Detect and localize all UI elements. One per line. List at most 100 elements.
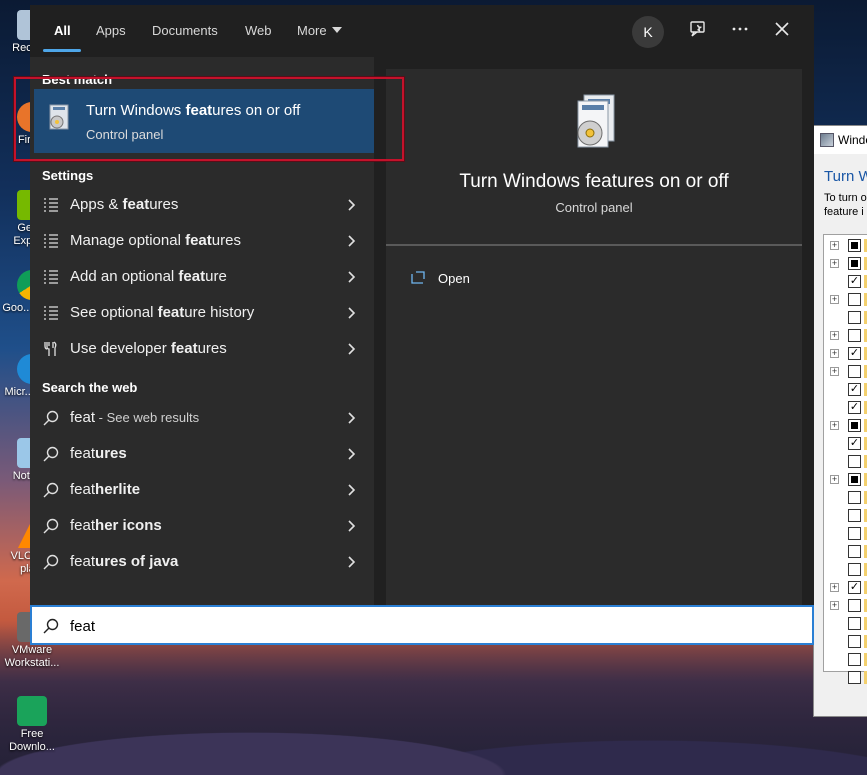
feature-tree-row[interactable] bbox=[824, 615, 867, 633]
feature-tree-row[interactable]: + bbox=[824, 291, 867, 309]
search-input[interactable] bbox=[70, 615, 770, 637]
feature-tree-row[interactable]: + bbox=[824, 597, 867, 615]
settings-result-item[interactable]: Use developer features bbox=[30, 331, 374, 367]
feature-checkbox[interactable] bbox=[848, 599, 861, 612]
feature-tree-row[interactable]: ✓ bbox=[824, 273, 867, 291]
best-match-result[interactable]: Turn Windows features on or off Control … bbox=[34, 89, 374, 153]
feature-checkbox[interactable] bbox=[848, 473, 861, 486]
web-suggestion-item[interactable]: feather icons bbox=[30, 508, 374, 544]
feature-checkbox[interactable]: ✓ bbox=[848, 401, 861, 414]
feature-checkbox[interactable] bbox=[848, 293, 861, 306]
desktop-icon-free-download-manager[interactable]: Free Downlo... bbox=[0, 696, 64, 754]
chevron-right-icon[interactable] bbox=[342, 304, 360, 322]
search-box[interactable] bbox=[30, 605, 814, 645]
more-options-button[interactable] bbox=[728, 19, 752, 43]
user-avatar[interactable]: K bbox=[632, 16, 664, 48]
web-suggestion-item[interactable]: feat - See web results bbox=[30, 400, 374, 436]
feature-tree-row[interactable] bbox=[824, 309, 867, 327]
settings-result-label: Apps & features bbox=[70, 196, 179, 213]
expand-icon[interactable]: + bbox=[830, 259, 839, 268]
web-suggestion-item[interactable]: features of java bbox=[30, 544, 374, 580]
settings-result-item[interactable]: Add an optional feature bbox=[30, 259, 374, 295]
expand-icon[interactable]: + bbox=[830, 475, 839, 484]
feature-tree-row[interactable] bbox=[824, 453, 867, 471]
close-button[interactable] bbox=[770, 19, 794, 43]
feature-checkbox[interactable] bbox=[848, 635, 861, 648]
feature-checkbox[interactable] bbox=[848, 491, 861, 504]
feature-tree-row[interactable]: + bbox=[824, 237, 867, 255]
feature-checkbox[interactable] bbox=[848, 671, 861, 684]
chevron-right-icon[interactable] bbox=[342, 409, 360, 427]
feature-checkbox[interactable]: ✓ bbox=[848, 383, 861, 396]
feature-tree-row[interactable]: ✓ bbox=[824, 399, 867, 417]
feature-checkbox[interactable]: ✓ bbox=[848, 275, 861, 288]
feature-tree-row[interactable] bbox=[824, 561, 867, 579]
tab-web[interactable]: Web bbox=[245, 23, 272, 38]
feature-tree-row[interactable] bbox=[824, 669, 867, 687]
feature-checkbox[interactable] bbox=[848, 311, 861, 324]
feature-tree-row[interactable]: + bbox=[824, 255, 867, 273]
features-tree[interactable]: + + ✓ + + + ✓ + ✓ ✓ + ✓ + + ✓ + bbox=[823, 234, 867, 684]
windows-features-dialog[interactable]: Windo Turn W To turn o feature i ++✓+++✓… bbox=[813, 125, 867, 717]
feature-checkbox[interactable] bbox=[848, 257, 861, 270]
expand-icon[interactable]: + bbox=[830, 241, 839, 250]
feature-tree-row[interactable] bbox=[824, 525, 867, 543]
feature-checkbox[interactable] bbox=[848, 419, 861, 432]
feature-tree-row[interactable]: + bbox=[824, 363, 867, 381]
feature-tree-row[interactable] bbox=[824, 633, 867, 651]
expand-icon[interactable]: + bbox=[830, 583, 839, 592]
chevron-right-icon[interactable] bbox=[342, 340, 360, 358]
feature-checkbox[interactable]: ✓ bbox=[848, 347, 861, 360]
feature-tree-row[interactable]: + ✓ bbox=[824, 579, 867, 597]
expand-icon[interactable]: + bbox=[830, 331, 839, 340]
tab-apps[interactable]: Apps bbox=[96, 23, 126, 38]
feature-tree-row[interactable] bbox=[824, 651, 867, 669]
feature-checkbox[interactable] bbox=[848, 617, 861, 630]
feature-tree-row[interactable] bbox=[824, 507, 867, 525]
feature-tree-row[interactable]: ✓ bbox=[824, 435, 867, 453]
feature-tree-row[interactable]: + bbox=[824, 471, 867, 489]
feature-tree-row[interactable]: + ✓ bbox=[824, 345, 867, 363]
expand-icon[interactable]: + bbox=[830, 295, 839, 304]
web-suggestion-item[interactable]: features bbox=[30, 436, 374, 472]
settings-result-item[interactable]: Manage optional features bbox=[30, 223, 374, 259]
feature-tree-row[interactable] bbox=[824, 489, 867, 507]
feature-checkbox[interactable] bbox=[848, 509, 861, 522]
chevron-right-icon[interactable] bbox=[342, 517, 360, 535]
feature-checkbox[interactable] bbox=[848, 239, 861, 252]
chevron-right-icon[interactable] bbox=[342, 268, 360, 286]
feature-checkbox[interactable] bbox=[848, 563, 861, 576]
chevron-right-icon[interactable] bbox=[342, 445, 360, 463]
feature-checkbox[interactable] bbox=[848, 455, 861, 468]
settings-result-item[interactable]: Apps & features bbox=[30, 187, 374, 223]
tab-documents[interactable]: Documents bbox=[152, 23, 218, 38]
web-suggestion-item[interactable]: featherlite bbox=[30, 472, 374, 508]
feature-tree-row[interactable]: ✓ bbox=[824, 381, 867, 399]
tab-more[interactable]: More bbox=[297, 23, 342, 38]
tab-all[interactable]: All bbox=[54, 23, 71, 38]
expand-icon[interactable]: + bbox=[830, 601, 839, 610]
feature-checkbox[interactable] bbox=[848, 545, 861, 558]
settings-result-item[interactable]: See optional feature history bbox=[30, 295, 374, 331]
feature-checkbox[interactable]: ✓ bbox=[848, 437, 861, 450]
results-list: Best match Turn Windows features on or o… bbox=[30, 57, 374, 605]
open-action[interactable]: Open bbox=[408, 267, 608, 291]
feedback-button[interactable] bbox=[686, 19, 710, 43]
feature-checkbox[interactable] bbox=[848, 527, 861, 540]
chevron-right-icon[interactable] bbox=[342, 232, 360, 250]
feature-checkbox[interactable] bbox=[848, 365, 861, 378]
feature-checkbox[interactable] bbox=[848, 653, 861, 666]
expand-icon[interactable]: + bbox=[830, 349, 839, 358]
expand-icon[interactable]: + bbox=[830, 421, 839, 430]
feature-tree-row[interactable]: + bbox=[824, 417, 867, 435]
feature-checkbox[interactable] bbox=[848, 329, 861, 342]
feature-tree-row[interactable] bbox=[824, 543, 867, 561]
chevron-right-icon[interactable] bbox=[342, 553, 360, 571]
feature-checkbox[interactable]: ✓ bbox=[848, 581, 861, 594]
search-icon bbox=[42, 617, 60, 640]
chevron-right-icon[interactable] bbox=[342, 196, 360, 214]
chevron-right-icon[interactable] bbox=[342, 481, 360, 499]
expand-icon[interactable]: + bbox=[830, 367, 839, 376]
feature-tree-row[interactable]: + bbox=[824, 327, 867, 345]
dialog-titlebar[interactable]: Windo bbox=[814, 126, 867, 154]
